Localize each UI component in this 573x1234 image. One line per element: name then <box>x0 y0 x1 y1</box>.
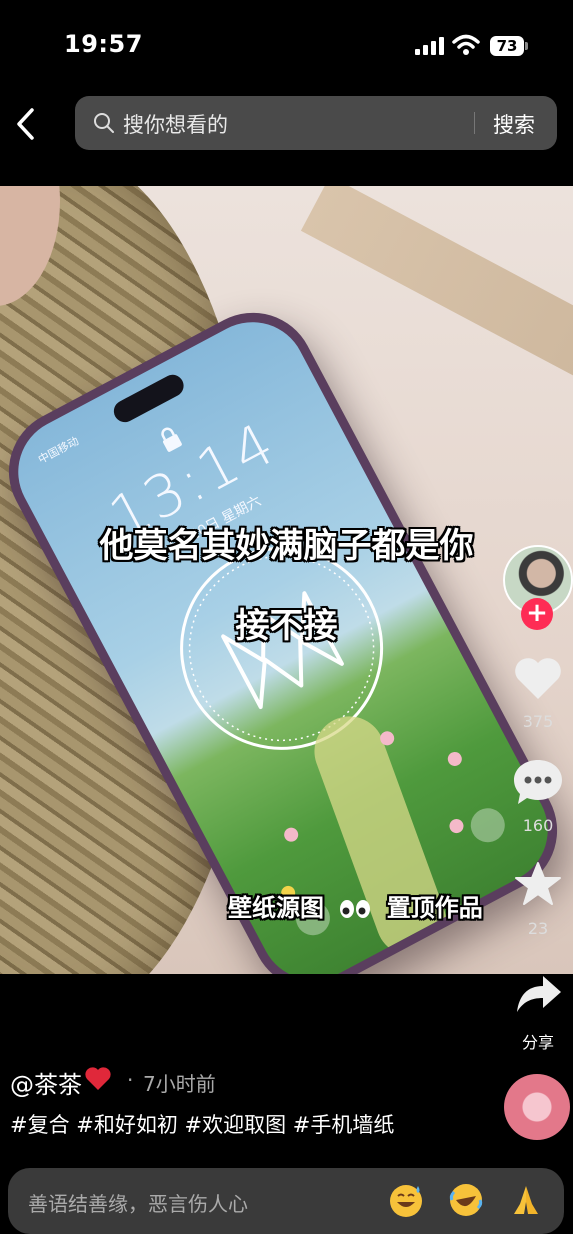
folded-hands-emoji-icon[interactable] <box>508 1182 544 1218</box>
author-name[interactable]: @茶茶 <box>10 1065 82 1100</box>
share-label[interactable]: 分享 <box>508 1029 568 1053</box>
dynamic-island <box>110 370 188 427</box>
carrier-label: 中国移动 <box>36 434 82 467</box>
comment-count: 160 <box>522 816 554 835</box>
post-time: 7小时前 <box>143 1072 216 1096</box>
comment-input-bar[interactable]: 善语结善缘，恶言伤人心 <box>8 1168 564 1234</box>
search-divider <box>474 112 475 134</box>
battery-icon: 73 <box>490 36 528 56</box>
wooden-frame <box>300 186 573 381</box>
video-caption-line1: 他莫名其妙满脑子都是你 <box>99 526 474 566</box>
music-disc[interactable] <box>504 1074 570 1140</box>
battery-level: 73 <box>490 36 524 56</box>
share-arrow-icon[interactable] <box>515 974 563 1014</box>
cellular-signal-icon <box>415 37 444 55</box>
search-button[interactable]: 搜索 <box>493 109 535 139</box>
like-count: 375 <box>522 712 554 731</box>
sweat-smile-emoji-icon[interactable] <box>388 1182 424 1218</box>
flower <box>445 749 465 769</box>
red-heart-emoji-icon <box>85 1067 111 1090</box>
eyes-emoji-icon <box>340 900 371 918</box>
camera-icon <box>464 802 511 849</box>
back-arrow-icon[interactable] <box>12 106 42 142</box>
video-caption-line2: 接不接 <box>235 606 338 646</box>
wifi-icon <box>452 34 480 55</box>
hashtags[interactable]: #复合 #和好如初 #欢迎取图 #手机墙纸 <box>10 1109 394 1139</box>
flower <box>447 816 466 836</box>
wallpaper-source-caption: 壁纸源图 置顶作品 <box>228 888 483 923</box>
video-player[interactable]: 中国移动 13:14 5月20日 星期六 <box>0 186 573 974</box>
caption-before: 壁纸源图 <box>228 894 324 922</box>
favorite-star-icon[interactable] <box>514 861 562 907</box>
follow-plus-button[interactable]: + <box>521 598 553 630</box>
search-bar[interactable]: 搜你想看的 搜索 <box>75 96 557 150</box>
search-input[interactable]: 搜你想看的 <box>123 109 228 139</box>
like-heart-icon[interactable] <box>512 655 564 701</box>
comment-bubble-icon[interactable] <box>512 758 564 808</box>
separator-dot: · <box>127 1068 134 1092</box>
status-time: 19:57 <box>64 30 143 58</box>
caption-after: 置顶作品 <box>386 894 483 922</box>
flower <box>281 825 301 845</box>
search-icon <box>94 113 114 133</box>
favorite-count: 23 <box>527 919 549 938</box>
rolling-laugh-emoji-icon[interactable] <box>448 1182 484 1218</box>
comment-input[interactable]: 善语结善缘，恶言伤人心 <box>28 1188 248 1217</box>
